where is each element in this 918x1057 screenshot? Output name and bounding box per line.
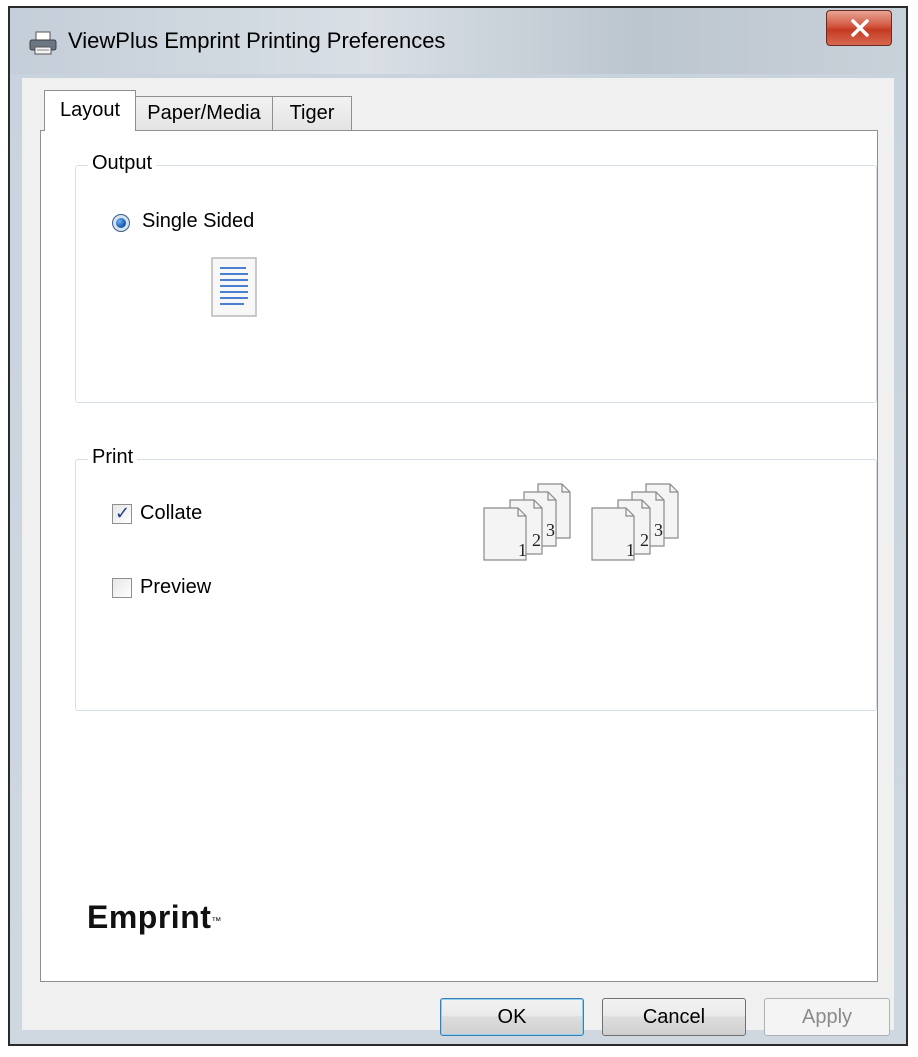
cancel-button[interactable]: Cancel [602,998,746,1036]
printing-preferences-dialog: ViewPlus Emprint Printing Preferences La… [8,6,908,1046]
page-number-1: 1 [626,540,635,560]
preview-label[interactable]: Preview [140,576,211,599]
page-number-2: 2 [640,530,649,550]
collate-label[interactable]: Collate [140,502,202,525]
output-group: Output Single Sided [75,152,877,403]
collated-stack-icon: 1 2 3 [483,483,571,561]
print-group-label: Print [88,446,138,469]
collated-stack-icon: 1 2 3 [591,483,679,561]
print-group: Print ✓ Collate Preview 1 2 3 1 2 3 [75,446,877,711]
printer-icon [29,31,57,55]
ok-button[interactable]: OK [440,998,584,1036]
single-sided-radio[interactable] [112,214,130,232]
single-sided-label[interactable]: Single Sided [142,210,254,233]
radio-selected-dot [116,218,126,228]
page-number-3: 3 [546,520,555,540]
page-number-2: 2 [532,530,541,550]
window-title: ViewPlus Emprint Printing Preferences [68,28,446,53]
logo-trademark-mark: ™ [211,916,222,927]
output-group-label: Output [88,152,157,175]
tab-paper-media[interactable]: Paper/Media [135,96,273,130]
dialog-client-area: Layout Paper/Media Tiger Output Single S… [22,78,894,1036]
preview-checkbox[interactable] [112,578,132,598]
tab-layout[interactable]: Layout [44,90,136,131]
collate-checkbox[interactable]: ✓ [112,504,132,524]
title-bar[interactable]: ViewPlus Emprint Printing Preferences [10,8,906,74]
logo-text: Emprint [87,899,212,935]
checkmark-icon: ✓ [115,503,131,524]
tab-tiger[interactable]: Tiger [272,96,352,130]
apply-button[interactable]: Apply [764,998,890,1036]
page-number-1: 1 [518,540,527,560]
single-page-icon [211,257,257,317]
emprint-logo: Emprint™ [87,899,222,936]
layout-tab-panel: Output Single Sided Print ✓ Collate Prev… [40,130,878,982]
close-icon [851,19,869,37]
page-number-3: 3 [654,520,663,540]
close-button[interactable] [826,10,892,46]
